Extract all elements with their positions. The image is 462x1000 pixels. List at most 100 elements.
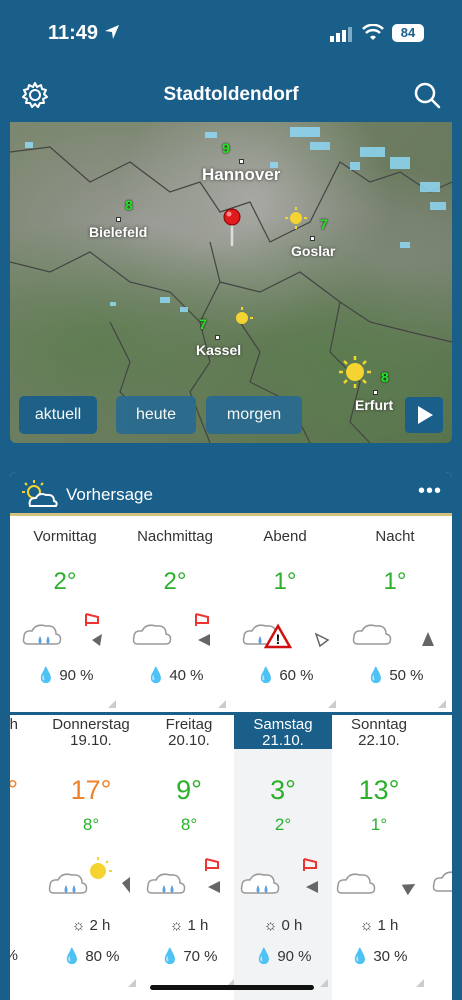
location-arrow-icon <box>105 25 119 39</box>
part-temp: 1° <box>273 568 297 595</box>
city-temp: 7 <box>199 316 207 332</box>
sun-icon <box>236 307 253 324</box>
city-temp: 7 <box>320 216 328 232</box>
home-indicator <box>150 985 314 990</box>
signal-icon <box>330 27 352 42</box>
forecast-title: Vorhersage <box>66 485 153 504</box>
part-rain: 💧 50 % <box>366 667 424 684</box>
day-forecast-list[interactable]: ch ° % Donnerstag19.10. 17° 8° ☼ 2 h 💧 8… <box>10 715 452 1000</box>
day-header: Freitag 20.10. <box>140 715 238 749</box>
part-name: Vormittag <box>33 528 97 545</box>
rain-value: 70 % <box>183 948 218 965</box>
day-column[interactable]: Sonntag 22.10. 13° 1° ☼ 1 h 💧 30 % <box>330 715 428 1000</box>
sun-hours: 1 h <box>377 917 399 934</box>
partly-sunny-rain-icon <box>48 857 130 894</box>
day-name: Freitag <box>165 716 213 733</box>
day-date: 20.10. <box>168 732 210 749</box>
city-marker <box>310 236 315 241</box>
search-icon[interactable] <box>412 80 442 110</box>
rain-value: 40 % <box>169 667 204 684</box>
rain-value: 50 % <box>389 667 424 684</box>
partly-sunny-icon <box>22 480 58 507</box>
day-header: Donnerstag 19.10. <box>42 715 140 749</box>
corner-marker <box>320 979 328 987</box>
forecast-header: Vorhersage ••• <box>10 472 452 516</box>
corner-marker <box>128 979 136 987</box>
sun-icon <box>339 356 371 388</box>
city-label: Goslar <box>291 243 336 259</box>
part-rain: 💧 90 % <box>36 667 94 684</box>
day-max-temp: 3° <box>270 775 296 805</box>
part-abend[interactable]: Abend 1° ! 💧 60 % <box>230 516 340 712</box>
city-temp: 8 <box>125 197 133 213</box>
app-header: Stadtoldendorf <box>0 68 462 122</box>
map-button-morgen[interactable]: morgen <box>206 396 302 434</box>
cloud-icon <box>352 624 434 646</box>
day-max-temp: ° <box>10 775 18 805</box>
sun-hours: 2 h <box>89 917 111 934</box>
day-max-temp: 17° <box>70 775 112 805</box>
rain-value: 80 % <box>85 948 120 965</box>
day-column-selected[interactable]: Samstag 21.10. 3° 2° ☼ 0 h 💧 90 % <box>234 715 332 1000</box>
part-nachmittag[interactable]: Nachmittag 2° 💧 40 % <box>120 516 230 712</box>
day-parts: Vormittag 2° 💧 90 % Nachmittag 2° 💧 40 % <box>10 516 452 712</box>
city-marker <box>116 217 121 222</box>
city-temp: 9 <box>222 140 230 156</box>
play-button[interactable] <box>405 397 443 433</box>
day-column-partial <box>428 715 452 1000</box>
city-temp: 8 <box>381 369 389 385</box>
day-name: ch <box>10 716 18 733</box>
part-temp: 2° <box>163 568 187 595</box>
sun-hours: 1 h <box>187 917 209 934</box>
corner-marker <box>328 700 336 708</box>
day-date: 22.10. <box>358 732 400 749</box>
corner-marker <box>416 979 424 987</box>
part-temp: 2° <box>53 568 77 595</box>
day-sun: ☼ 1 h <box>359 917 399 934</box>
radar-map[interactable]: 9 Hannover 8 Bielefeld 7 Goslar 7 Kassel… <box>10 122 452 443</box>
rain-value: 90 % <box>277 948 312 965</box>
status-bar: 11:49 84 <box>0 0 462 68</box>
part-name: Abend <box>263 528 307 545</box>
map-button-heute[interactable]: heute <box>116 396 196 434</box>
day-rain: % <box>10 947 18 964</box>
day-header: Samstag 21.10. <box>234 715 332 749</box>
city-marker <box>373 390 378 395</box>
battery-indicator: 84 <box>392 24 424 42</box>
cloud-rain-warning-icon: ! <box>242 623 330 649</box>
day-name: Samstag <box>253 716 313 733</box>
day-header: Sonntag 22.10. <box>330 715 428 749</box>
map-button-aktuell[interactable]: aktuell <box>19 396 97 434</box>
rain-value: 90 % <box>59 667 94 684</box>
part-vormittag[interactable]: Vormittag 2° 💧 90 % <box>10 516 120 712</box>
day-column[interactable]: Freitag 20.10. 9° 8° ☼ 1 h 💧 70 % <box>140 715 238 1000</box>
city-label: Hannover <box>202 165 281 184</box>
day-rain: 💧 70 % <box>160 948 218 965</box>
rain-value: 30 % <box>373 948 408 965</box>
city-marker <box>215 335 220 340</box>
day-name: Donnerstag <box>52 716 130 733</box>
rain-value: 60 % <box>279 667 314 684</box>
city-label: Bielefeld <box>89 224 148 240</box>
more-menu-button[interactable]: ••• <box>418 480 442 503</box>
city-label: Erfurt <box>355 397 394 413</box>
day-rain: 💧 30 % <box>350 948 408 965</box>
part-nacht[interactable]: Nacht 1° 💧 50 % <box>340 516 450 712</box>
day-column[interactable]: Donnerstag 19.10. 17° 8° ☼ 2 h 💧 80 % <box>42 715 140 1000</box>
corner-marker <box>438 700 446 708</box>
day-rain: 💧 90 % <box>254 948 312 965</box>
part-temp: 1° <box>383 568 407 595</box>
wifi-icon <box>362 24 384 40</box>
sun-hours: 0 h <box>281 917 303 934</box>
forecast-card: Vorhersage ••• Vormittag 2° 💧 90 % Nachm… <box>10 472 452 1000</box>
day-rain: 💧 80 % <box>62 948 120 965</box>
day-date: 21.10. <box>262 732 304 749</box>
day-max-temp: 9° <box>176 775 202 805</box>
cloud-icon <box>432 871 452 892</box>
part-rain: 💧 40 % <box>146 667 204 684</box>
day-min-temp: 2° <box>274 815 292 834</box>
part-rain: 💧 60 % <box>256 667 314 684</box>
day-min-temp: 1° <box>370 815 388 834</box>
day-min-temp: 8° <box>180 815 198 834</box>
day-min-temp: 8° <box>82 815 100 834</box>
